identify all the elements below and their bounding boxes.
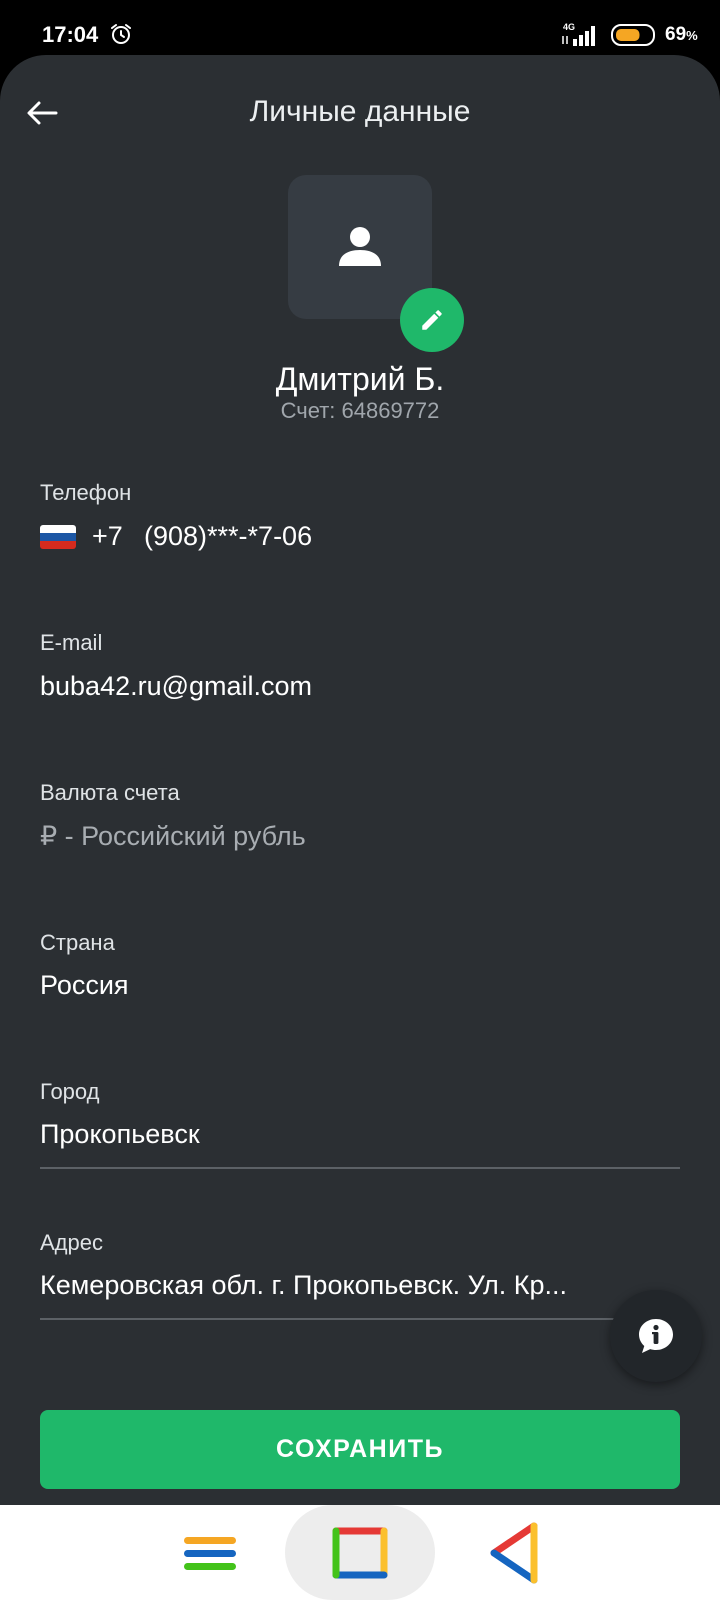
address-label: Адрес [40, 1230, 103, 1255]
address-underline [40, 1318, 680, 1320]
email-label: E-mail [40, 630, 103, 655]
edit-avatar-button[interactable] [400, 288, 464, 352]
alarm-icon [111, 24, 131, 44]
navigation-bar [0, 1505, 720, 1600]
country-value: Россия [40, 970, 129, 1000]
city-underline [40, 1167, 680, 1169]
address-input[interactable]: Кемеровская обл. г. Прокопьевск. Ул. Кр.… [40, 1270, 608, 1301]
save-button[interactable]: СОХРАНИТЬ [40, 1410, 680, 1489]
country-label: Страна [40, 930, 115, 955]
pencil-icon [422, 310, 442, 330]
currency-value: ₽ - Российский рубль [40, 821, 306, 851]
phone-label: Телефон [40, 480, 132, 505]
menu-icon[interactable] [182, 1525, 238, 1581]
status-time: 17:04 [42, 22, 99, 47]
phone-country-code: +7 [92, 521, 123, 551]
battery-icon [611, 24, 655, 46]
city-input[interactable]: Прокопьевск [40, 1119, 200, 1150]
home-square-icon[interactable] [330, 1525, 390, 1581]
page-title: Личные данные [249, 95, 471, 128]
signal-icon [562, 26, 595, 46]
russia-flag-icon [40, 525, 76, 549]
city-label: Город [40, 1079, 100, 1104]
back-triangle-icon[interactable] [488, 1520, 542, 1586]
info-chat-button[interactable] [610, 1290, 702, 1382]
personal-data-screen: Личные данные Дмитрий Б. Счет: 64869772 … [0, 55, 720, 1505]
info-chat-icon [639, 1319, 673, 1353]
phone-number: (908)***-*7-06 [144, 521, 313, 551]
account-number: Счет: 64869772 [280, 398, 440, 423]
battery-percent: 69% [665, 24, 698, 45]
person-icon [339, 227, 381, 266]
user-name: Дмитрий Б. [275, 361, 445, 397]
currency-label: Валюта счета [40, 780, 180, 805]
email-value: buba42.ru@gmail.com [40, 671, 313, 701]
